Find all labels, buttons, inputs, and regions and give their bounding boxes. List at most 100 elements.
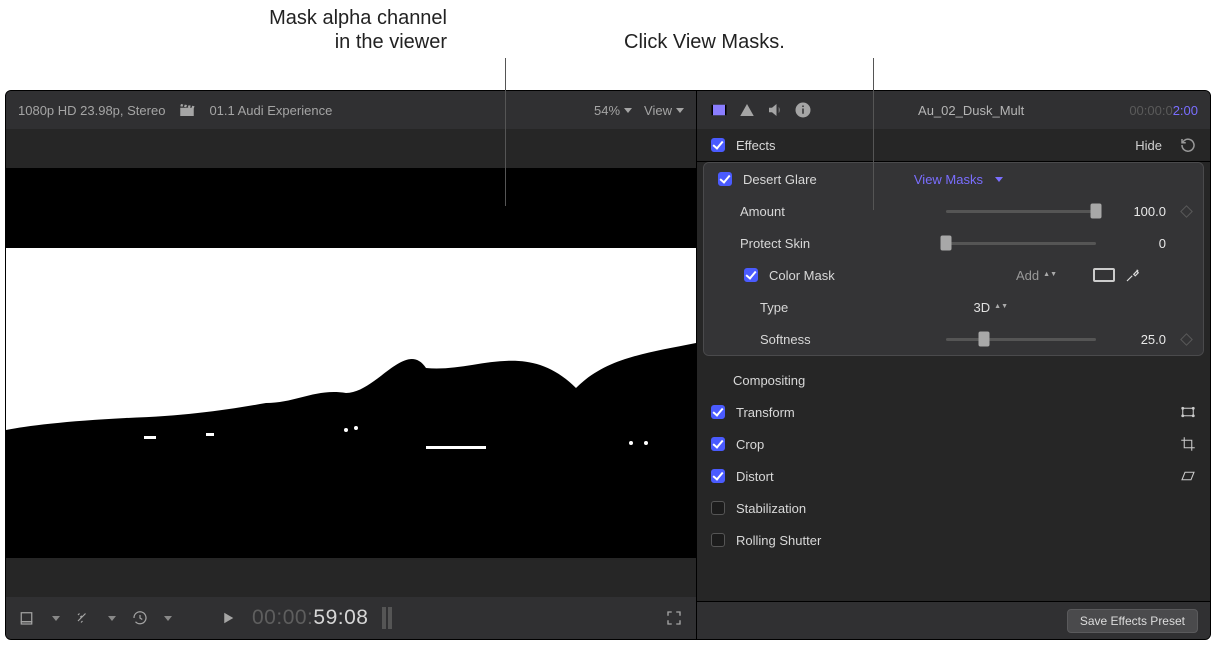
amount-value[interactable]: 100.0 <box>1104 204 1174 219</box>
color-inspector-tab[interactable] <box>737 100 757 120</box>
param-label: Amount <box>740 204 785 219</box>
effect-name: Desert Glare <box>743 172 817 187</box>
zoom-menu[interactable]: 54% <box>594 103 632 118</box>
stepper-arrows-icon: ▲▼ <box>1043 272 1057 278</box>
chevron-down-icon <box>624 108 632 113</box>
section-label: Transform <box>736 405 795 420</box>
fullscreen-icon[interactable] <box>664 608 684 628</box>
param-protect-skin: Protect Skin 0 <box>704 227 1203 259</box>
type-value: 3D <box>974 300 991 315</box>
stabilization-toggle[interactable] <box>711 501 725 515</box>
effects-label: Effects <box>736 138 776 153</box>
callout-text: Mask alpha channel in the viewer <box>269 6 447 54</box>
crop-toggle[interactable] <box>711 437 725 451</box>
section-label: Distort <box>736 469 774 484</box>
layout-menu-icon[interactable] <box>18 608 38 628</box>
param-label: Type <box>760 300 788 315</box>
chevron-down-icon <box>108 616 116 621</box>
distort-toggle[interactable] <box>711 469 725 483</box>
param-softness: Softness 25.0 <box>704 323 1203 355</box>
clip-duration: 00:00:02:00 <box>1129 103 1198 118</box>
transform-onscreen-icon[interactable] <box>1178 402 1198 422</box>
crop-onscreen-icon[interactable] <box>1178 434 1198 454</box>
effect-desert-glare: Desert Glare View Masks Amount 100.0 <box>703 162 1204 356</box>
clip-tc-dim: 00:00:0 <box>1129 103 1172 118</box>
inspector-panel: Effects Hide Desert Glare View Masks <box>697 129 1210 601</box>
hide-effects-button[interactable]: Hide <box>1135 138 1162 153</box>
view-menu[interactable]: View <box>644 103 684 118</box>
section-transform[interactable]: Transform <box>697 396 1210 428</box>
view-menu-label: View <box>644 103 672 118</box>
inspector-pane: Au_02_Dusk_Mult 00:00:02:00 Effects Hide… <box>696 91 1210 639</box>
clip-tc-bright: 2:00 <box>1173 103 1198 118</box>
rolling-shutter-toggle[interactable] <box>711 533 725 547</box>
section-crop[interactable]: Crop <box>697 428 1210 460</box>
app-window: 1080p HD 23.98p, Stereo 01.1 Audi Experi… <box>5 90 1211 640</box>
callout-text: Click View Masks. <box>624 30 785 54</box>
protect-skin-value[interactable]: 0 <box>1104 236 1174 251</box>
param-label: Softness <box>760 332 811 347</box>
view-masks-label: View Masks <box>914 172 983 187</box>
audio-inspector-tab[interactable] <box>765 100 785 120</box>
reset-icon[interactable] <box>1178 135 1198 155</box>
viewer-pane: 1080p HD 23.98p, Stereo 01.1 Audi Experi… <box>6 91 696 639</box>
viewer-toolbar: 1080p HD 23.98p, Stereo 01.1 Audi Experi… <box>6 91 696 129</box>
color-mask-toggle[interactable] <box>744 268 758 282</box>
eyedropper-icon[interactable] <box>1123 265 1143 285</box>
type-menu[interactable]: 3D ▲▼ <box>974 300 1008 315</box>
save-effects-preset-button[interactable]: Save Effects Preset <box>1067 609 1198 633</box>
keyframe-icon[interactable] <box>1180 333 1193 346</box>
param-label: Color Mask <box>769 268 835 283</box>
section-distort[interactable]: Distort <box>697 460 1210 492</box>
chevron-down-icon <box>995 177 1003 182</box>
protect-skin-slider[interactable] <box>946 235 1096 251</box>
softness-slider[interactable] <box>946 331 1096 347</box>
format-label: 1080p HD 23.98p, Stereo <box>18 103 165 118</box>
param-label: Protect Skin <box>740 236 810 251</box>
distort-onscreen-icon[interactable] <box>1178 466 1198 486</box>
effects-tool-icon[interactable] <box>74 608 94 628</box>
param-type: Type 3D ▲▼ <box>704 291 1203 323</box>
play-button[interactable] <box>218 608 238 628</box>
inspector-toolbar: Au_02_Dusk_Mult 00:00:02:00 <box>697 91 1210 129</box>
section-compositing[interactable]: Compositing <box>697 364 1210 396</box>
softness-value[interactable]: 25.0 <box>1104 332 1174 347</box>
effect-header-row[interactable]: Desert Glare View Masks <box>704 163 1203 195</box>
timecode-dim: 00:00: <box>252 606 313 630</box>
chevron-down-icon <box>164 616 172 621</box>
effects-section-header: Effects Hide <box>697 129 1210 162</box>
stepper-arrows-icon: ▲▼ <box>994 304 1008 310</box>
section-rolling-shutter[interactable]: Rolling Shutter <box>697 524 1210 556</box>
callout-mask-alpha: Mask alpha channel in the viewer <box>269 6 447 54</box>
retime-menu-icon[interactable] <box>130 608 150 628</box>
section-label: Rolling Shutter <box>736 533 821 548</box>
add-label: Add <box>1016 268 1039 283</box>
section-label: Stabilization <box>736 501 806 516</box>
clip-name-label: Au_02_Dusk_Mult <box>823 103 1119 118</box>
callout-leader-line <box>873 58 874 210</box>
effects-toggle[interactable] <box>711 138 725 152</box>
section-label: Crop <box>736 437 764 452</box>
section-label: Compositing <box>733 373 805 388</box>
callout-leader-line <box>505 58 506 206</box>
viewer-canvas[interactable] <box>6 129 696 597</box>
video-inspector-tab[interactable] <box>709 100 729 120</box>
mask-swatch-icon[interactable] <box>1093 268 1115 282</box>
keyframe-icon[interactable] <box>1180 205 1193 218</box>
chevron-down-icon <box>52 616 60 621</box>
mask-alpha-image <box>6 161 696 565</box>
info-inspector-tab[interactable] <box>793 100 813 120</box>
timecode-display[interactable]: 00:00:59:08 <box>252 606 368 630</box>
chevron-down-icon <box>676 108 684 113</box>
effect-toggle[interactable] <box>718 172 732 186</box>
timecode-bright: 59:08 <box>313 606 368 630</box>
view-masks-menu[interactable]: View Masks <box>914 172 1003 187</box>
add-mask-menu[interactable]: Add ▲▼ <box>1016 268 1057 283</box>
viewer-transport-bar: 00:00:59:08 <box>6 597 696 639</box>
project-title: 01.1 Audi Experience <box>209 103 332 118</box>
inspector-footer: Save Effects Preset <box>697 601 1210 639</box>
section-stabilization[interactable]: Stabilization <box>697 492 1210 524</box>
param-color-mask: Color Mask Add ▲▼ <box>704 259 1203 291</box>
transform-toggle[interactable] <box>711 405 725 419</box>
amount-slider[interactable] <box>946 203 1096 219</box>
